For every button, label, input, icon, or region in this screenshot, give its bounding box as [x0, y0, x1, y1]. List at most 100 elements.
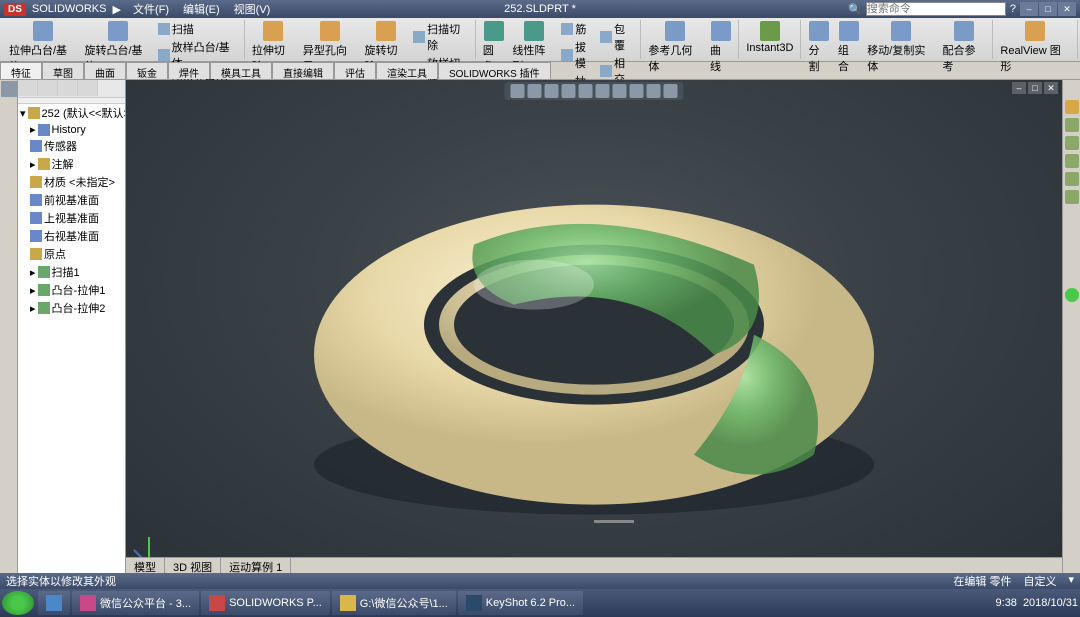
task-item[interactable]: G:\微信公众号\1... — [332, 591, 456, 615]
menu-edit[interactable]: 编辑(E) — [177, 0, 226, 18]
status-bar: 选择实体以修改其外观 在编辑 零件 自定义 ▾ — [0, 573, 1080, 589]
tab-render[interactable]: 渲染工具 — [376, 62, 438, 79]
file-explorer-icon[interactable] — [1065, 136, 1079, 150]
tree-tab-property[interactable] — [38, 80, 58, 96]
app-logo: DS — [4, 3, 26, 16]
menu-bar: 文件(F) 编辑(E) 视图(V) — [127, 0, 276, 18]
arrow-icon[interactable] — [1, 81, 17, 97]
display-style-icon[interactable] — [596, 84, 610, 98]
realview-button[interactable]: RealView 图形 — [996, 20, 1074, 75]
tab-direct-edit[interactable]: 直接编辑 — [272, 62, 334, 79]
section-view-icon[interactable] — [562, 84, 576, 98]
move-copy-button[interactable]: 移动/复制实体 — [863, 20, 938, 75]
tree-tab-feature[interactable] — [18, 80, 38, 96]
design-library-icon[interactable] — [1065, 118, 1079, 132]
model-render[interactable] — [274, 154, 914, 537]
tab-evaluate[interactable]: 评估 — [334, 62, 376, 79]
tree-right-plane[interactable]: 右视基准面 — [28, 227, 125, 245]
ref-geometry-button[interactable]: 参考几何体 — [644, 20, 706, 75]
tree-extrude1[interactable]: ▸凸台-拉伸1 — [28, 281, 125, 299]
custom-props-icon[interactable] — [1065, 190, 1079, 204]
status-edit-mode: 在编辑 零件 — [953, 573, 1011, 589]
system-tray[interactable]: 9:38 2018/10/31 — [996, 597, 1078, 609]
help-icon[interactable]: ? — [1010, 3, 1016, 15]
maximize-button[interactable]: □ — [1039, 2, 1057, 16]
forum-icon[interactable] — [1065, 288, 1079, 302]
viewport-close-button[interactable]: ✕ — [1044, 82, 1058, 94]
close-button[interactable]: ✕ — [1058, 2, 1076, 16]
tab-surfaces[interactable]: 曲面 — [84, 62, 126, 79]
zoom-area-icon[interactable] — [528, 84, 542, 98]
tab-sheetmetal[interactable]: 钣金 — [126, 62, 168, 79]
tree-material[interactable]: 材质 <未指定> — [28, 173, 125, 191]
draft-button[interactable]: 拔模 — [559, 38, 598, 72]
sweep-button[interactable]: 扫描 — [156, 20, 241, 38]
windows-taskbar: 微信公众平台 - 3... SOLIDWORKS P... G:\微信公众号\1… — [0, 589, 1080, 617]
tree-extrude2[interactable]: ▸凸台-拉伸2 — [28, 299, 125, 317]
app-name: SOLIDWORKS — [32, 3, 107, 15]
curves-button[interactable]: 曲线 — [706, 20, 735, 75]
tray-time: 9:38 — [996, 597, 1017, 609]
status-unit-dropdown[interactable]: ▾ — [1068, 573, 1074, 589]
status-custom[interactable]: 自定义 — [1023, 573, 1056, 589]
task-item[interactable]: 微信公众平台 - 3... — [72, 591, 199, 615]
split-button[interactable]: 分割 — [804, 20, 833, 75]
prev-view-icon[interactable] — [545, 84, 559, 98]
right-taskpane — [1062, 80, 1080, 573]
zoom-fit-icon[interactable] — [511, 84, 525, 98]
view-palette-icon[interactable] — [1065, 154, 1079, 168]
search-icon: 🔍 — [848, 3, 862, 16]
tree-sweep1[interactable]: ▸扫描1 — [28, 263, 125, 281]
task-item[interactable]: SOLIDWORKS P... — [201, 591, 330, 615]
viewport-max-button[interactable]: □ — [1028, 82, 1042, 94]
tree-front-plane[interactable]: 前视基准面 — [28, 191, 125, 209]
instant3d-button[interactable]: Instant3D — [742, 20, 797, 55]
tree-top-plane[interactable]: 上视基准面 — [28, 209, 125, 227]
btm-tab-model[interactable]: 模型 — [126, 558, 165, 573]
document-title: 252.SLDPRT * — [504, 3, 576, 15]
view-settings-icon[interactable] — [664, 84, 678, 98]
tree-sensors[interactable]: 传感器 — [28, 137, 125, 155]
task-item[interactable]: KeyShot 6.2 Pro... — [458, 591, 583, 615]
sweep-cut-button[interactable]: 扫描切除 — [411, 20, 471, 54]
menu-view[interactable]: 视图(V) — [228, 0, 277, 18]
view-toolbar — [505, 82, 684, 100]
ribbon-toolbar: 拉伸凸台/基体 旋转凸台/基体 扫描 放样凸台/基体 边界凸台/基体 拉伸切除 … — [0, 18, 1080, 62]
tab-addins[interactable]: SOLIDWORKS 插件 — [438, 62, 551, 79]
apply-scene-icon[interactable] — [647, 84, 661, 98]
tray-date: 2018/10/31 — [1023, 597, 1078, 609]
feature-tree-panel: ▾252 (默认<<默认>_显示状态 1> ▸History 传感器 ▸注解 材… — [18, 80, 126, 573]
status-message: 选择实体以修改其外观 — [6, 573, 116, 589]
left-sidebar — [0, 80, 18, 573]
combine-button[interactable]: 组合 — [834, 20, 863, 75]
edit-appearance-icon[interactable] — [630, 84, 644, 98]
resources-icon[interactable] — [1065, 100, 1079, 114]
btm-tab-3dview[interactable]: 3D 视图 — [165, 558, 221, 573]
view-orient-icon[interactable] — [579, 84, 593, 98]
tree-tab-display[interactable] — [78, 80, 98, 96]
start-button[interactable] — [2, 591, 34, 615]
view-splitter[interactable] — [594, 520, 634, 523]
tab-features[interactable]: 特征 — [0, 62, 42, 79]
tree-root[interactable]: ▾252 (默认<<默认>_显示状态 1> — [18, 104, 125, 122]
rib-button[interactable]: 筋 — [559, 20, 598, 38]
tree-annotations[interactable]: ▸注解 — [28, 155, 125, 173]
tab-mold-tools[interactable]: 模具工具 — [210, 62, 272, 79]
tree-history[interactable]: ▸History — [28, 122, 125, 137]
viewport-min-button[interactable]: – — [1012, 82, 1026, 94]
menu-file[interactable]: 文件(F) — [127, 0, 175, 18]
title-bar: DS SOLIDWORKS ▶ 文件(F) 编辑(E) 视图(V) 252.SL… — [0, 0, 1080, 18]
tab-sketch[interactable]: 草图 — [42, 62, 84, 79]
tree-origin[interactable]: 原点 — [28, 245, 125, 263]
appearances-icon[interactable] — [1065, 172, 1079, 186]
search-input[interactable] — [866, 2, 1006, 16]
tab-weldments[interactable]: 焊件 — [168, 62, 210, 79]
mate-ref-button[interactable]: 配合参考 — [939, 20, 990, 75]
tree-tab-config[interactable] — [58, 80, 78, 96]
3d-viewport[interactable]: – □ ✕ — [126, 80, 1062, 573]
task-item[interactable] — [38, 591, 70, 615]
btm-tab-motion[interactable]: 运动算例 1 — [221, 558, 291, 573]
hide-show-icon[interactable] — [613, 84, 627, 98]
minimize-button[interactable]: – — [1020, 2, 1038, 16]
wrap-button[interactable]: 包覆 — [598, 20, 637, 54]
